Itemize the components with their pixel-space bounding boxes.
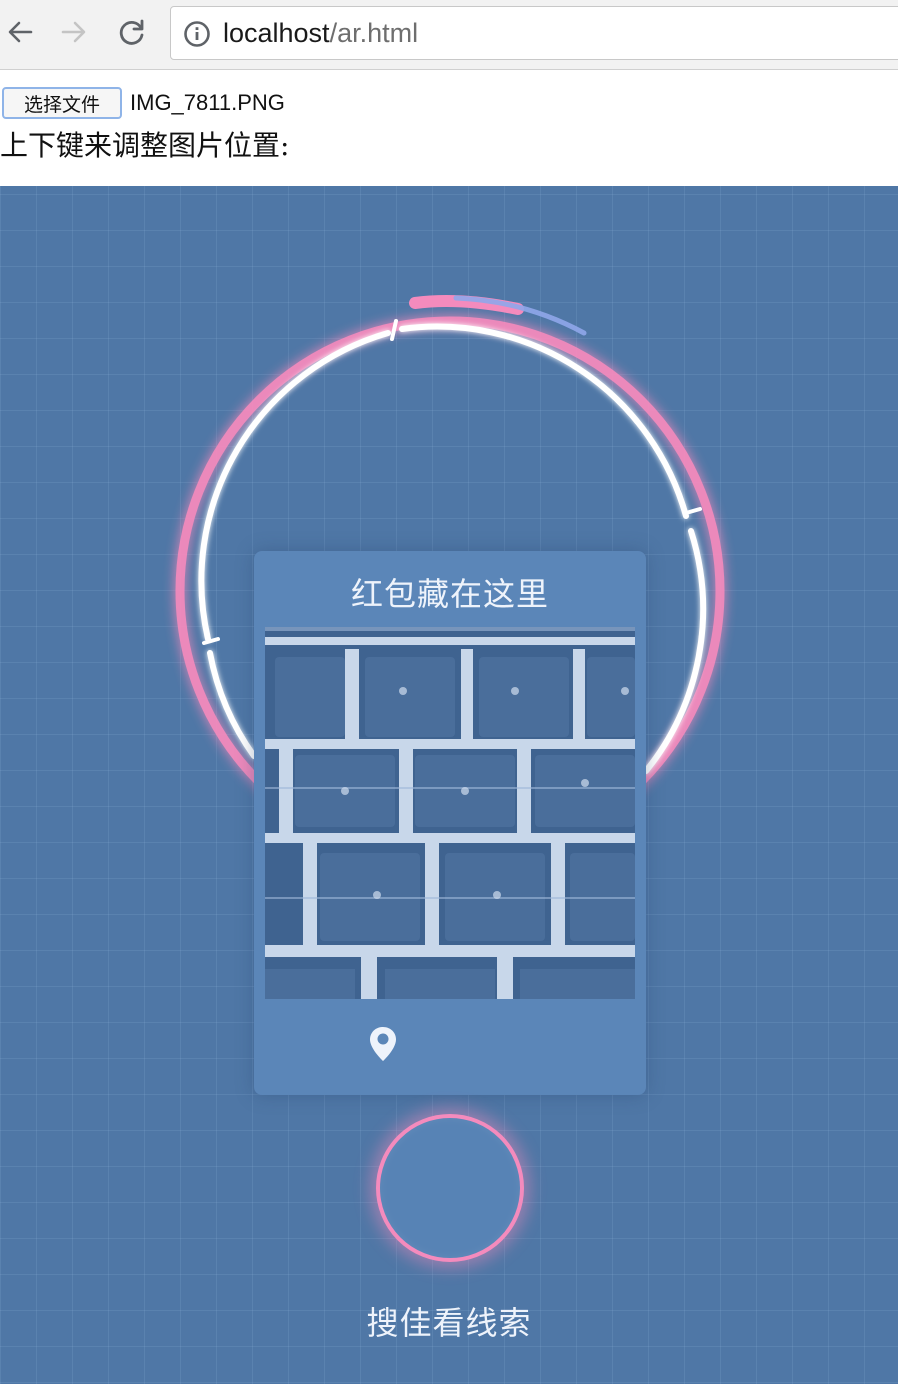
red-packet-card: 红包藏在这里 [254,551,646,1095]
address-bar[interactable]: localhost/ar.html [170,6,898,60]
location-pin-icon [370,1027,396,1061]
info-icon[interactable] [183,20,211,48]
choose-file-button[interactable]: 选择文件 [2,87,122,119]
uploaded-photo [265,627,635,999]
url-host: localhost [223,18,330,48]
url-text: localhost/ar.html [223,16,418,50]
scan-shutter-button[interactable] [376,1114,524,1262]
keyboard-photo-image [265,627,635,999]
back-arrow-icon [8,21,33,43]
reload-icon [119,19,144,45]
scan-shutter-label: 搜佳看线索 [366,1304,532,1342]
reload-button[interactable] [114,14,150,50]
forward-button[interactable] [56,14,92,50]
position-hint-text: 上下键来调整图片位置: [0,129,290,162]
url-path: /ar.html [329,18,419,48]
selected-file-name: IMG_7811.PNG [130,90,285,115]
card-title: 红包藏在这里 [350,575,549,613]
back-button[interactable] [2,14,38,50]
browser-toolbar: localhost/ar.html [0,0,898,70]
forward-arrow-icon [61,21,86,43]
ar-stage: 红包藏在这里 搜佳看线索 [0,186,898,1384]
